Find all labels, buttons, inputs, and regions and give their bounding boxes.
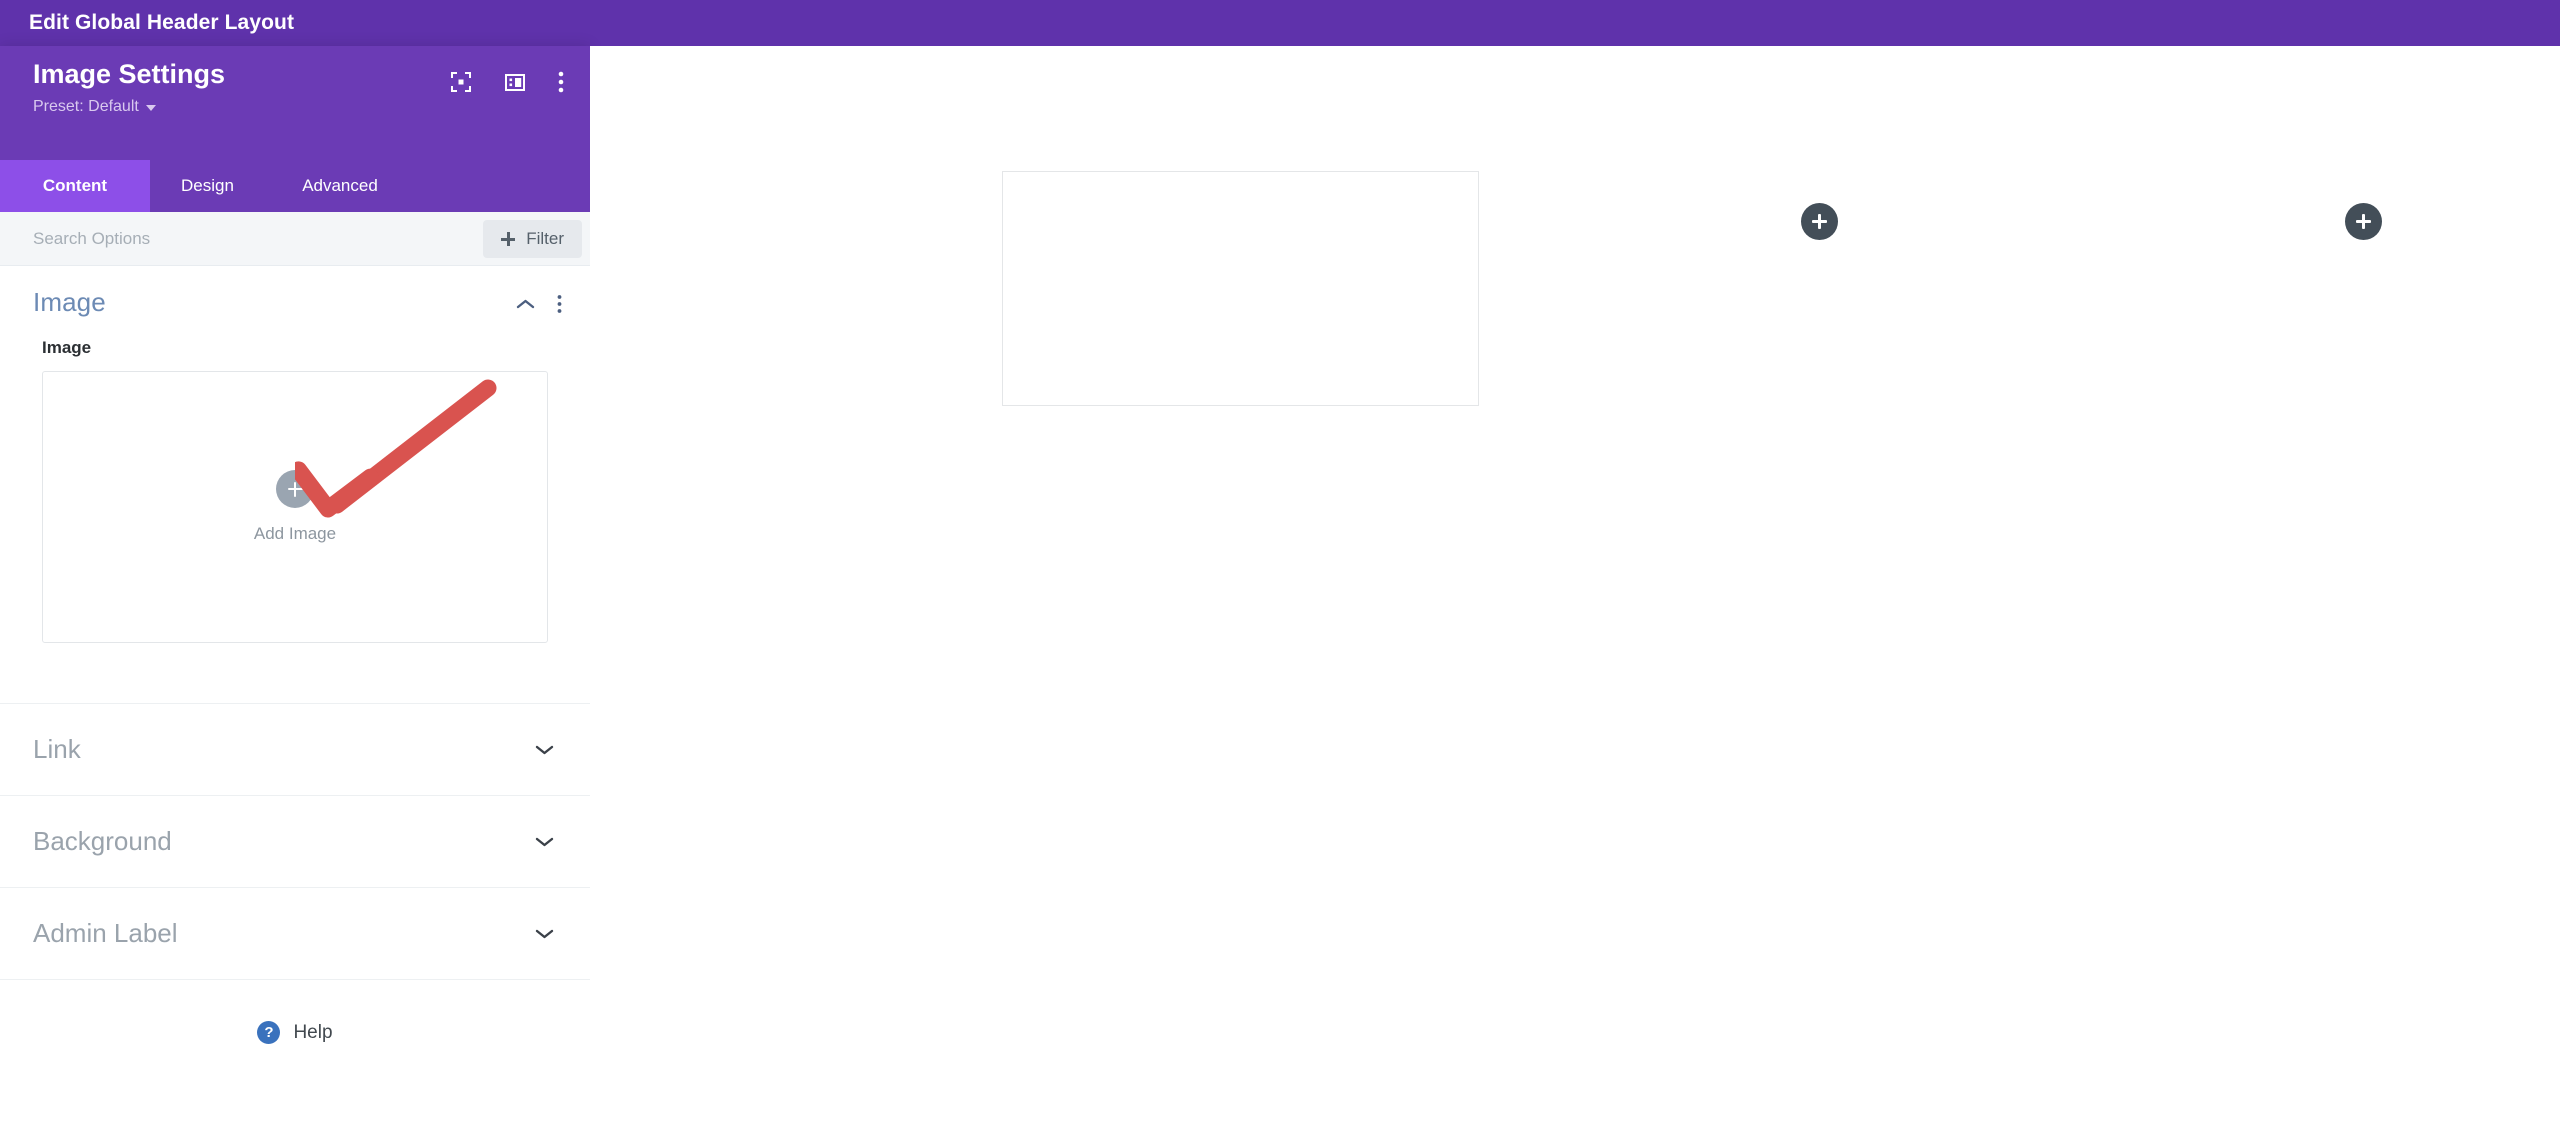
topbar-title: Edit Global Header Layout <box>29 11 295 34</box>
group-header-link[interactable]: Link <box>0 703 590 795</box>
panel-header-actions <box>450 70 564 94</box>
group-header-image[interactable]: Image <box>0 266 590 338</box>
global-topbar: Edit Global Header Layout <box>0 0 2560 46</box>
settings-panel: Image Settings Preset: Default Content D… <box>0 46 590 1143</box>
group-title-link: Link <box>33 734 81 764</box>
help-label: Help <box>293 1021 333 1043</box>
group-more-vertical-icon[interactable] <box>557 294 562 314</box>
filter-button[interactable]: Filter <box>483 220 582 258</box>
add-section-button-1[interactable] <box>1801 203 1838 240</box>
more-vertical-icon[interactable] <box>558 70 564 94</box>
group-title-background: Background <box>33 826 172 856</box>
filter-button-label: Filter <box>526 229 564 248</box>
panel-title: Image Settings <box>33 59 226 89</box>
settings-panel-header: Image Settings Preset: Default <box>0 46 590 160</box>
preset-label: Preset: Default <box>33 98 139 115</box>
help-icon: ? <box>257 1021 281 1044</box>
search-options-row: Filter <box>0 212 590 266</box>
builder-canvas <box>590 46 2560 1143</box>
app-root: Edit Global Header Layout Image Settings… <box>0 0 2560 1143</box>
chevron-down-icon[interactable] <box>535 744 554 756</box>
add-image-label: Add Image <box>253 524 337 543</box>
tab-advanced[interactable]: Advanced <box>265 160 415 212</box>
group-title-image: Image <box>33 286 106 317</box>
focus-target-icon[interactable] <box>450 71 472 93</box>
image-module-placeholder[interactable] <box>1002 171 1479 406</box>
preset-selector[interactable]: Preset: Default <box>33 98 156 116</box>
image-field-label: Image <box>42 338 92 357</box>
add-section-button-2[interactable] <box>2345 203 2382 240</box>
group-header-admin-label[interactable]: Admin Label <box>0 887 590 979</box>
group-title-admin-label: Admin Label <box>33 918 178 948</box>
tab-content[interactable]: Content <box>0 160 150 212</box>
group-header-background[interactable]: Background <box>0 795 590 887</box>
layout-panel-icon[interactable] <box>504 71 526 93</box>
search-input[interactable] <box>0 212 455 265</box>
chevron-up-icon[interactable] <box>516 298 535 310</box>
plus-icon <box>501 232 516 246</box>
settings-tabs: Content Design Advanced <box>0 160 590 212</box>
chevron-down-icon[interactable] <box>535 928 554 940</box>
settings-panel-body: Image Image Add Image Link Background Ad… <box>0 266 590 1143</box>
image-field-block: Image Add Image <box>0 338 590 643</box>
add-image-plus-icon[interactable] <box>276 470 314 508</box>
add-image-dropzone[interactable]: Add Image <box>42 371 548 643</box>
help-button[interactable]: ? Help <box>0 980 590 1085</box>
chevron-down-icon[interactable] <box>535 836 554 848</box>
group-tools-image <box>516 294 562 314</box>
tab-design[interactable]: Design <box>150 160 265 212</box>
caret-down-icon <box>145 105 156 111</box>
